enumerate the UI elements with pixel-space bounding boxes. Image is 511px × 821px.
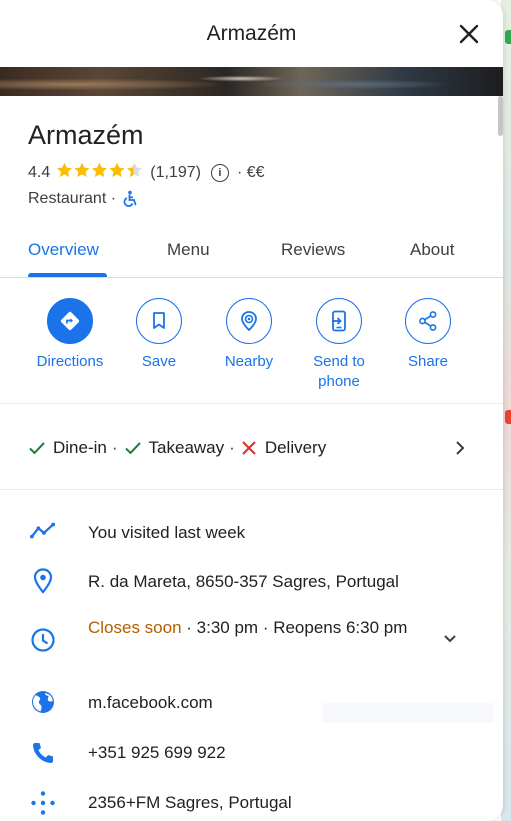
bookmark-icon xyxy=(153,312,165,329)
service-separator: · xyxy=(229,438,235,457)
address-row[interactable]: R. da Mareta, 8650-357 Sagres, Portugal xyxy=(0,566,503,596)
top-bar: Armazém xyxy=(0,0,503,67)
directions-icon xyxy=(60,311,80,331)
tab-reviews[interactable]: Reviews xyxy=(281,240,345,260)
visit-history-row[interactable]: You visited last week xyxy=(0,518,503,548)
plus-code-text: 2356+FM Sagres, Portugal xyxy=(88,793,292,812)
clock-icon xyxy=(30,627,56,653)
visit-history-text: You visited last week xyxy=(88,523,246,542)
place-photo[interactable] xyxy=(0,67,503,96)
send-to-phone-button[interactable]: Send to phone xyxy=(294,298,384,392)
globe-icon xyxy=(30,689,56,715)
phone-icon xyxy=(30,740,56,766)
share-button[interactable]: Share xyxy=(383,298,473,372)
category-row: Restaurant · xyxy=(28,190,139,208)
nearby-circle xyxy=(226,298,272,344)
map-marker xyxy=(505,30,511,44)
tab-about[interactable]: About xyxy=(410,240,454,260)
hours-row[interactable]: Closes soon · 3:30 pm · Reopens 6:30 pm xyxy=(0,614,503,670)
address-text: R. da Mareta, 8650-357 Sagres, Portugal xyxy=(88,572,399,591)
action-buttons: Directions Save Nearby Send to phone Sha… xyxy=(0,296,503,404)
active-tab-indicator xyxy=(28,273,107,277)
hours-status: Closes soon xyxy=(88,618,182,637)
timeline-icon xyxy=(30,518,56,544)
place-category[interactable]: Restaurant · xyxy=(28,190,116,208)
review-count[interactable]: (1,197) xyxy=(150,164,201,182)
chevron-right-icon xyxy=(456,441,465,455)
directions-label: Directions xyxy=(36,353,104,370)
wheelchair-accessible-icon[interactable] xyxy=(121,190,139,208)
rectangular-snip-overlay xyxy=(322,703,494,723)
location-pin-icon xyxy=(30,568,56,594)
nearby-button[interactable]: Nearby xyxy=(204,298,294,372)
place-panel: Armazém Armazém 4.4 (1,197) i · €€ Resta… xyxy=(0,0,503,821)
directions-circle xyxy=(47,298,93,344)
share-icon xyxy=(419,311,437,331)
rating-value: 4.4 xyxy=(28,164,51,181)
check-icon xyxy=(124,442,141,455)
service-options[interactable]: Dine-in · Takeaway · Delivery xyxy=(0,404,503,490)
nearby-label: Nearby xyxy=(224,353,274,370)
info-icon[interactable]: i xyxy=(210,164,229,182)
share-label: Share xyxy=(407,353,449,370)
check-icon xyxy=(29,442,45,455)
rating-stars[interactable] xyxy=(56,162,144,184)
share-circle xyxy=(405,298,451,344)
top-bar-title: Armazém xyxy=(206,21,297,45)
service-delivery: Delivery xyxy=(264,438,327,457)
service-separator: · xyxy=(111,438,118,457)
map-marker xyxy=(505,410,511,424)
send-to-phone-label: Send to phone xyxy=(313,353,365,390)
price-level: · €€ xyxy=(236,164,265,181)
directions-button[interactable]: Directions xyxy=(25,298,115,372)
service-options-list: Dine-in · Takeaway · Delivery xyxy=(28,438,326,458)
service-dine-in: Dine-in xyxy=(53,438,107,457)
chevron-down-icon[interactable] xyxy=(443,634,457,644)
scrollbar[interactable] xyxy=(498,96,503,136)
plus-code-row[interactable]: 2356+FM Sagres, Portugal xyxy=(0,788,503,818)
save-button[interactable]: Save xyxy=(114,298,204,372)
tab-bar: Overview Menu Reviews About xyxy=(0,228,503,278)
tab-menu[interactable]: Menu xyxy=(167,240,210,260)
rating-row: 4.4 (1,197) i · €€ xyxy=(28,162,265,184)
phone-number: +351 925 699 922 xyxy=(88,743,226,762)
close-icon xyxy=(459,24,479,44)
send-to-phone-icon xyxy=(332,310,346,332)
plus-code-icon xyxy=(30,790,56,816)
save-circle xyxy=(136,298,182,344)
close-button[interactable] xyxy=(453,18,485,50)
hours-text: Closes soon · 3:30 pm · Reopens 6:30 pm xyxy=(88,615,428,640)
tab-overview[interactable]: Overview xyxy=(28,240,99,260)
hours-detail: · 3:30 pm · Reopens 6:30 pm xyxy=(181,618,408,637)
service-takeaway: Takeaway xyxy=(148,438,225,457)
send-to-phone-circle xyxy=(316,298,362,344)
nearby-icon xyxy=(241,311,257,332)
place-name: Armazém xyxy=(28,120,144,150)
phone-row[interactable]: +351 925 699 922 xyxy=(0,738,503,768)
save-label: Save xyxy=(141,353,177,370)
cross-icon xyxy=(242,441,256,455)
